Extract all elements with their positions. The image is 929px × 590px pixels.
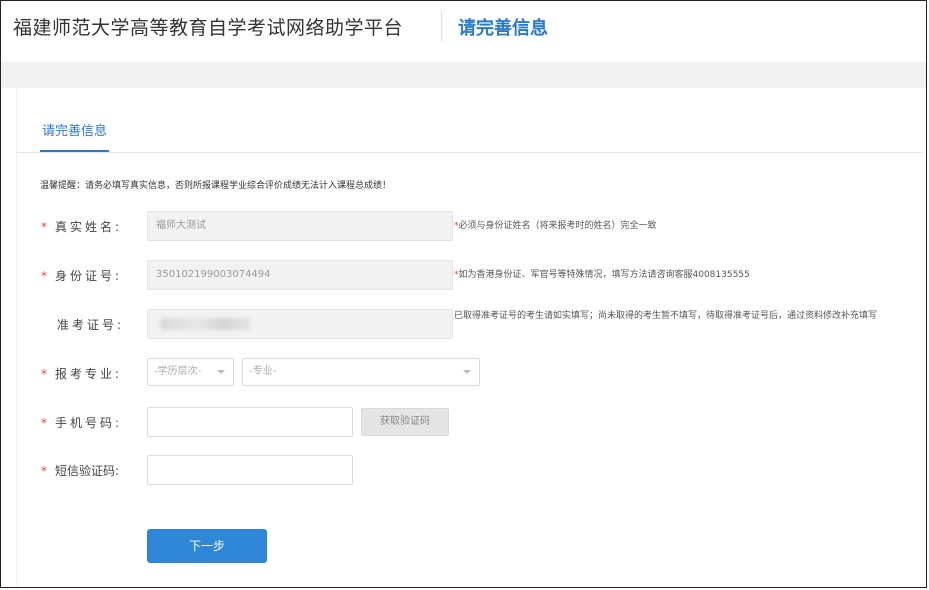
name-hint: *必须与身份证姓名（将来报考时的姓名）完全一致: [454, 220, 657, 233]
required-mark: *: [41, 464, 47, 478]
admission-input[interactable]: [147, 309, 453, 339]
name-hint-text: 必须与身份证姓名（将来报考时的姓名）完全一致: [458, 221, 657, 231]
name-label: 真实姓名:: [55, 220, 123, 234]
tab-complete-info[interactable]: 请完善信息: [40, 120, 110, 152]
form-panel: 请完善信息 温馨提醒：请务必填写真实信息，否则所报课程学业综合评价成绩无法计入课…: [16, 88, 923, 586]
idcard-input[interactable]: 350102199003074494: [147, 260, 453, 290]
admission-label: 准考证号:: [57, 318, 125, 332]
chevron-down-icon: [217, 370, 225, 374]
next-step-button[interactable]: 下一步: [147, 529, 267, 563]
site-title: 福建师范大学高等教育自学考试网络助学平台: [13, 17, 404, 39]
level-select[interactable]: -学历层次-: [147, 358, 234, 386]
admission-hint: 已取得准考证号的考生请如实填写；尚未取得的考生暂不填写，待取得准考证号后，通过资…: [454, 311, 878, 321]
major-label: 报考专业:: [55, 367, 123, 381]
tab-bar: 请完善信息: [17, 88, 923, 153]
major-select-value: -专业-: [249, 366, 277, 377]
header-divider: [441, 11, 442, 41]
name-input[interactable]: 福师大测试: [147, 211, 453, 241]
idcard-hint: *如为香港身份证、军官号等特殊情况，填写方法请咨询客服4008135555: [454, 269, 750, 282]
level-select-value: -学历层次-: [154, 366, 202, 377]
phone-label-row: * 手机号码:: [41, 414, 151, 431]
phone-label: 手机号码:: [55, 416, 123, 430]
idcard-hint-text: 如为香港身份证、军官号等特殊情况，填写方法请咨询客服4008135555: [458, 270, 750, 280]
page-subtitle: 请完善信息: [458, 18, 548, 39]
required-mark: *: [41, 269, 47, 283]
required-mark: *: [41, 416, 47, 430]
sms-label: 短信验证码:: [55, 464, 120, 478]
required-mark: *: [41, 220, 47, 234]
get-code-button[interactable]: 获取验证码: [361, 408, 449, 436]
sms-label-row: * 短信验证码:: [41, 462, 151, 479]
required-mark: *: [41, 367, 47, 381]
phone-input[interactable]: [147, 407, 353, 437]
major-select[interactable]: -专业-: [242, 358, 480, 386]
sms-code-input[interactable]: [147, 455, 353, 485]
redacted-value: [160, 318, 250, 330]
chevron-down-icon: [463, 370, 471, 374]
name-label-row: * 真实姓名:: [41, 218, 151, 235]
notice-text: 温馨提醒：请务必填写真实信息，否则所报课程学业综合评价成绩无法计入课程总成绩！: [40, 181, 392, 191]
major-label-row: * 报考专业:: [41, 365, 151, 382]
idcard-label: 身份证号:: [55, 269, 123, 283]
idcard-label-row: * 身份证号:: [41, 267, 151, 284]
header: 福建师范大学高等教育自学考试网络助学平台 请完善信息: [1, 1, 926, 51]
gray-band: [1, 62, 926, 88]
